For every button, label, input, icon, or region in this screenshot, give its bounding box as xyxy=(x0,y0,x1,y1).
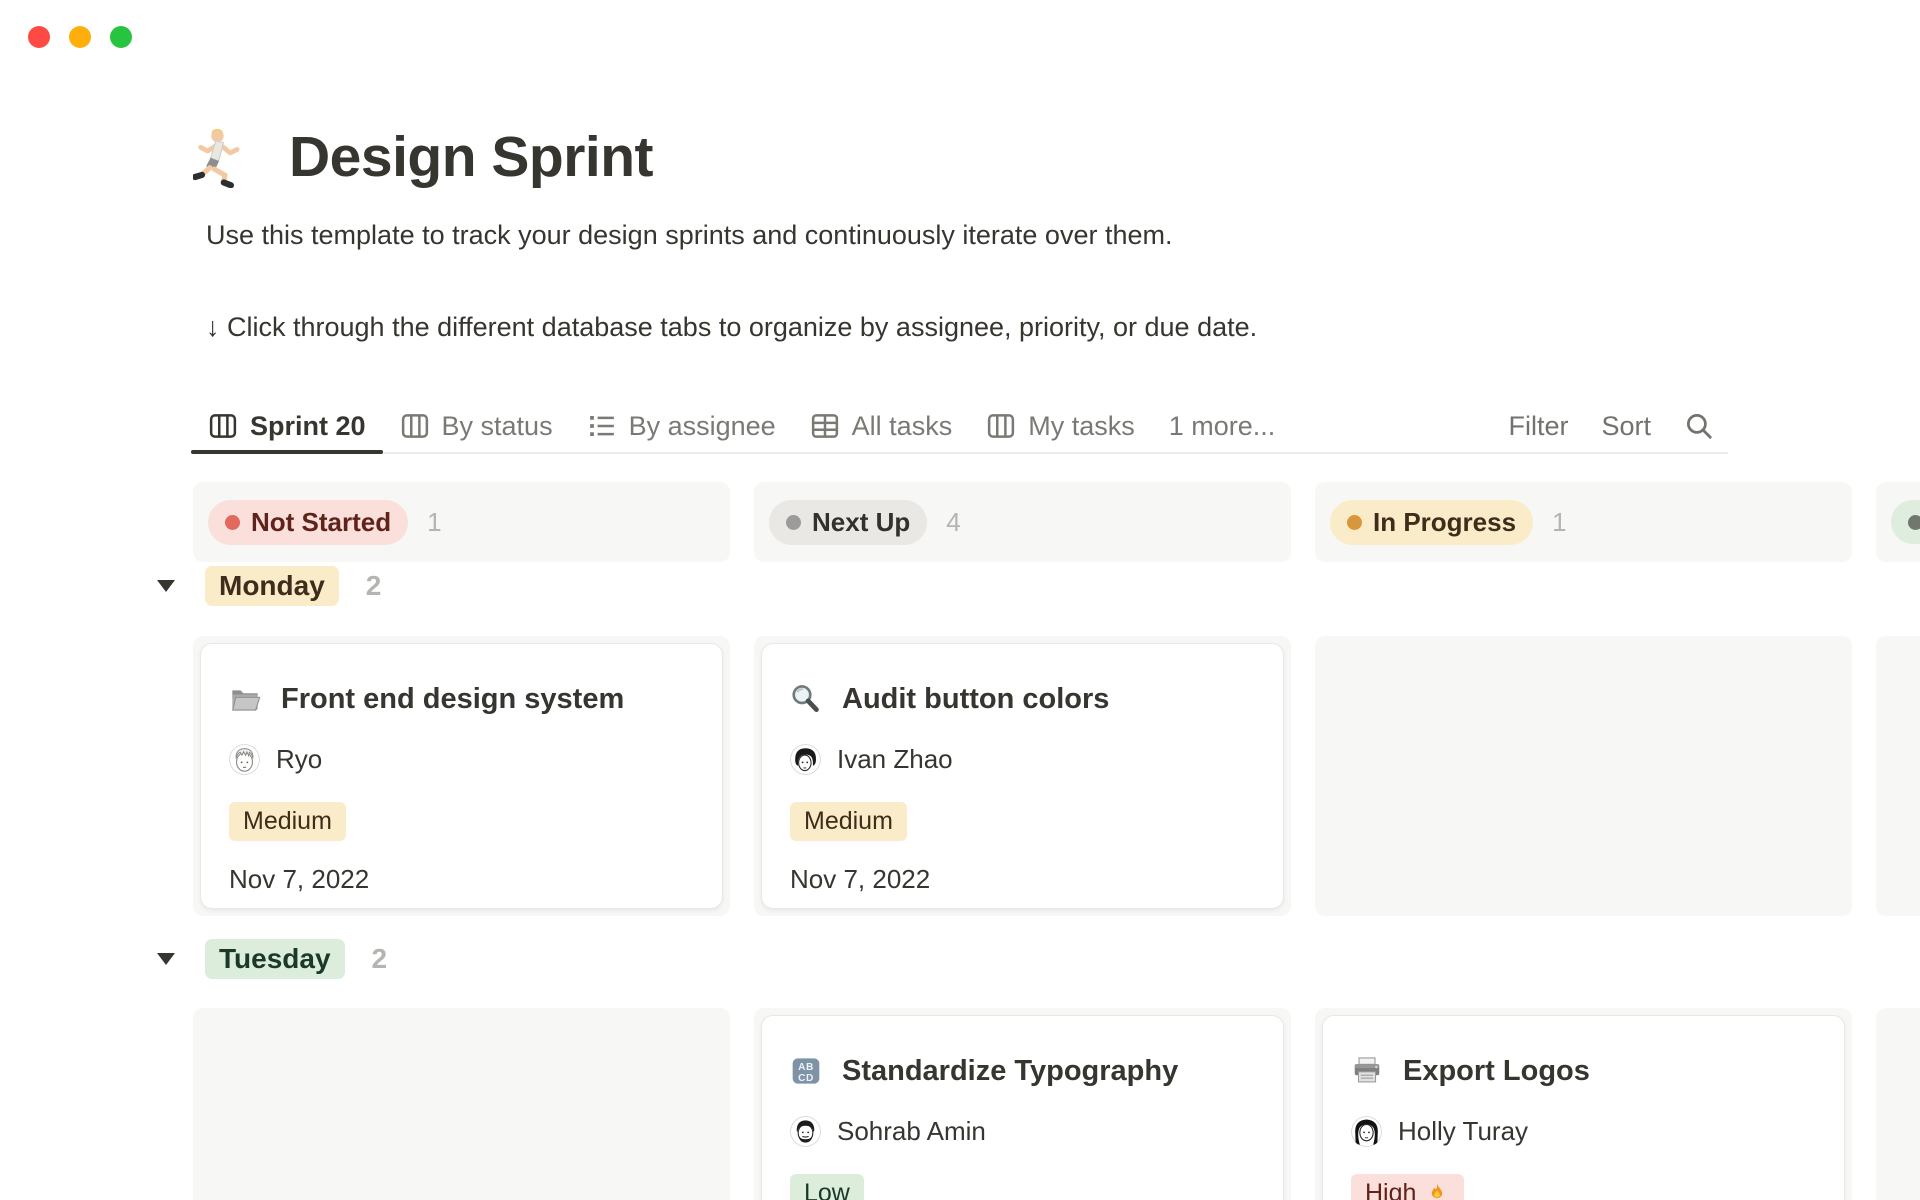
notion-window: Design Sprint Use this template to track… xyxy=(0,0,1920,1200)
task-card-standardize-typography[interactable]: ABCD Standardize Typography Sohrab Amin … xyxy=(761,1015,1284,1200)
status-dot xyxy=(1908,515,1920,530)
lane-monday-not-started: Front end design system Ryo Medium Nov 7… xyxy=(193,636,730,916)
due-date: Nov 7, 2022 xyxy=(229,864,694,895)
board-view-icon xyxy=(208,411,238,441)
svg-text:CD: CD xyxy=(798,1073,814,1084)
table-view-icon xyxy=(810,411,840,441)
card-title: Export Logos xyxy=(1403,1055,1590,1088)
page-instruction: ↓ Click through the different database t… xyxy=(206,312,1257,343)
lane-tuesday-not-started-empty xyxy=(193,1008,730,1200)
collapse-toggle-icon[interactable] xyxy=(156,950,176,968)
assignee-name: Holly Turay xyxy=(1398,1116,1528,1147)
tab-by-assignee[interactable]: By assignee xyxy=(570,400,793,452)
task-card-export-logos[interactable]: Export Logos Holly Turay High xyxy=(1322,1015,1845,1200)
status-dot xyxy=(225,515,240,530)
column-count: 1 xyxy=(1552,507,1566,538)
abcd-icon: ABCD xyxy=(790,1055,822,1087)
window-controls xyxy=(28,26,132,48)
list-view-icon xyxy=(587,411,617,441)
card-title: Standardize Typography xyxy=(842,1055,1178,1088)
lane-tuesday-in-progress: Export Logos Holly Turay High xyxy=(1315,1008,1852,1200)
status-badge-next-up[interactable]: Next Up xyxy=(769,500,927,545)
lane-tuesday-complete-partial xyxy=(1876,1008,1920,1200)
column-count: 4 xyxy=(946,507,960,538)
avatar-holly-turay xyxy=(1351,1116,1382,1147)
assignee-name: Sohrab Amin xyxy=(837,1116,986,1147)
sort-button[interactable]: Sort xyxy=(1601,411,1651,442)
priority-badge: Medium xyxy=(229,802,346,841)
group-count: 2 xyxy=(366,570,382,602)
collapse-toggle-icon[interactable] xyxy=(156,577,176,595)
status-dot xyxy=(1347,515,1362,530)
tab-all-tasks[interactable]: All tasks xyxy=(793,400,970,452)
column-count: 1 xyxy=(427,507,441,538)
database-view-tabs: Sprint 20 By status By assignee All task… xyxy=(191,400,1728,454)
minimize-button[interactable] xyxy=(69,26,91,48)
lane-monday-in-progress-empty xyxy=(1315,636,1852,916)
tab-sprint-20[interactable]: Sprint 20 xyxy=(191,400,383,452)
runner-emoji-icon xyxy=(193,126,255,188)
folder-icon xyxy=(229,683,261,715)
group-badge-monday[interactable]: Monday xyxy=(205,566,339,606)
fire-icon xyxy=(1424,1181,1450,1200)
zoom-button[interactable] xyxy=(110,26,132,48)
search-icon xyxy=(1684,411,1714,441)
group-badge-tuesday[interactable]: Tuesday xyxy=(205,939,345,979)
lane-tuesday-next-up: ABCD Standardize Typography Sohrab Amin … xyxy=(754,1008,1291,1200)
priority-badge: High xyxy=(1351,1174,1464,1200)
task-card-front-end-design-system[interactable]: Front end design system Ryo Medium Nov 7… xyxy=(200,643,723,909)
card-title: Audit button colors xyxy=(842,683,1109,716)
filter-button[interactable]: Filter xyxy=(1508,411,1568,442)
status-badge-in-progress[interactable]: In Progress xyxy=(1330,500,1533,545)
assignee-name: Ivan Zhao xyxy=(837,744,953,775)
column-header-next-up: Next Up 4 xyxy=(754,482,1291,562)
printer-icon xyxy=(1351,1055,1383,1087)
page-subtitle: Use this template to track your design s… xyxy=(206,220,1172,251)
magnifier-icon xyxy=(790,683,822,715)
page-title: Design Sprint xyxy=(289,124,653,190)
board-view-icon xyxy=(400,411,430,441)
lane-monday-complete-partial xyxy=(1876,636,1920,916)
priority-badge: Low xyxy=(790,1174,864,1200)
status-badge-complete[interactable] xyxy=(1891,500,1920,544)
status-dot xyxy=(786,515,801,530)
column-header-not-started: Not Started 1 xyxy=(193,482,730,562)
avatar-ivan-zhao xyxy=(790,744,821,775)
group-count: 2 xyxy=(372,943,388,975)
avatar-sohrab-amin xyxy=(790,1116,821,1147)
column-header-complete-partial xyxy=(1876,482,1920,562)
task-card-audit-button-colors[interactable]: Audit button colors Ivan Zhao Medium Nov… xyxy=(761,643,1284,909)
lane-monday-next-up: Audit button colors Ivan Zhao Medium Nov… xyxy=(754,636,1291,916)
avatar-ryo xyxy=(229,744,260,775)
group-header-tuesday: Tuesday 2 xyxy=(156,939,387,979)
due-date: Nov 7, 2022 xyxy=(790,864,1255,895)
tab-by-status[interactable]: By status xyxy=(383,400,570,452)
search-button[interactable] xyxy=(1684,411,1714,441)
svg-text:AB: AB xyxy=(798,1062,814,1073)
group-header-monday: Monday 2 xyxy=(156,566,381,606)
assignee-name: Ryo xyxy=(276,744,322,775)
column-header-in-progress: In Progress 1 xyxy=(1315,482,1852,562)
priority-badge: Medium xyxy=(790,802,907,841)
tab-more-views[interactable]: 1 more... xyxy=(1152,400,1293,452)
close-button[interactable] xyxy=(28,26,50,48)
board-view-icon xyxy=(986,411,1016,441)
status-badge-not-started[interactable]: Not Started xyxy=(208,500,408,545)
tab-my-tasks[interactable]: My tasks xyxy=(969,400,1152,452)
card-title: Front end design system xyxy=(281,683,624,716)
